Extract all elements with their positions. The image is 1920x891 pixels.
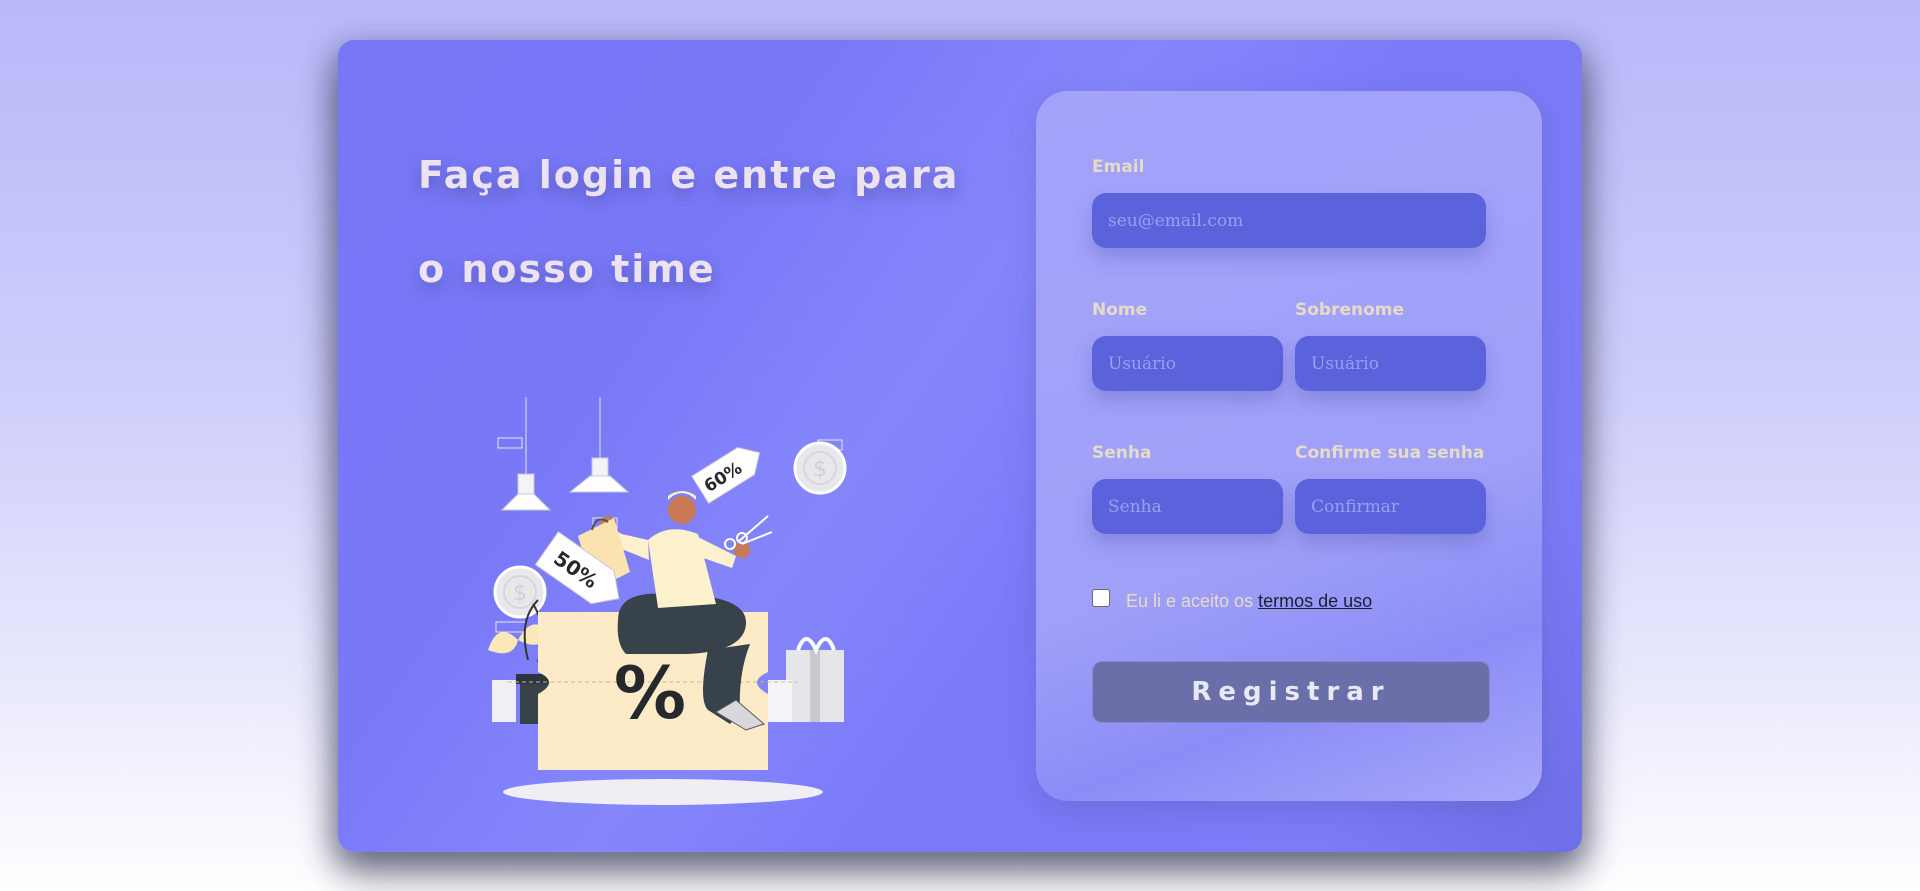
email-input[interactable] <box>1092 193 1486 248</box>
lamp-right-icon <box>568 397 630 493</box>
svg-text:$: $ <box>513 581 527 606</box>
register-card: Faça login e entre para o nosso time $ $… <box>338 40 1582 852</box>
coin-icon: $ <box>493 565 547 619</box>
svg-text:%: % <box>614 651 686 735</box>
terms-prefix: Eu li e aceito os <box>1126 591 1254 611</box>
last-name-label: Sobrenome <box>1295 300 1405 320</box>
first-name-input[interactable] <box>1092 336 1283 391</box>
first-name-label: Nome <box>1092 300 1148 320</box>
coin-icon: $ <box>793 441 847 495</box>
terms-checkbox[interactable] <box>1092 589 1110 607</box>
register-button[interactable]: Registrar <box>1092 661 1490 723</box>
scissors-icon <box>724 515 773 550</box>
email-label: Email <box>1092 157 1145 177</box>
gift-icon <box>768 637 844 722</box>
shopping-illustration: $ $ % 60% 50% <box>488 397 847 805</box>
floor-shadow <box>503 779 823 805</box>
password-label: Senha <box>1092 443 1152 463</box>
tag-60-icon: 60% <box>691 446 761 504</box>
last-name-input[interactable] <box>1295 336 1486 391</box>
confirm-password-input[interactable] <box>1295 479 1486 534</box>
lamp-left-icon <box>500 397 552 511</box>
register-form: Email Nome Sobrenome Senha Confirme sua … <box>1036 91 1542 801</box>
terms-text: Eu li e aceito os termos de uso <box>1126 591 1372 612</box>
svg-text:$: $ <box>813 457 827 482</box>
terms-link[interactable]: termos de uso <box>1258 591 1372 611</box>
confirm-password-label: Confirme sua senha <box>1295 443 1485 463</box>
hero-headline: Faça login e entre para o nosso time <box>418 153 960 291</box>
password-input[interactable] <box>1092 479 1283 534</box>
